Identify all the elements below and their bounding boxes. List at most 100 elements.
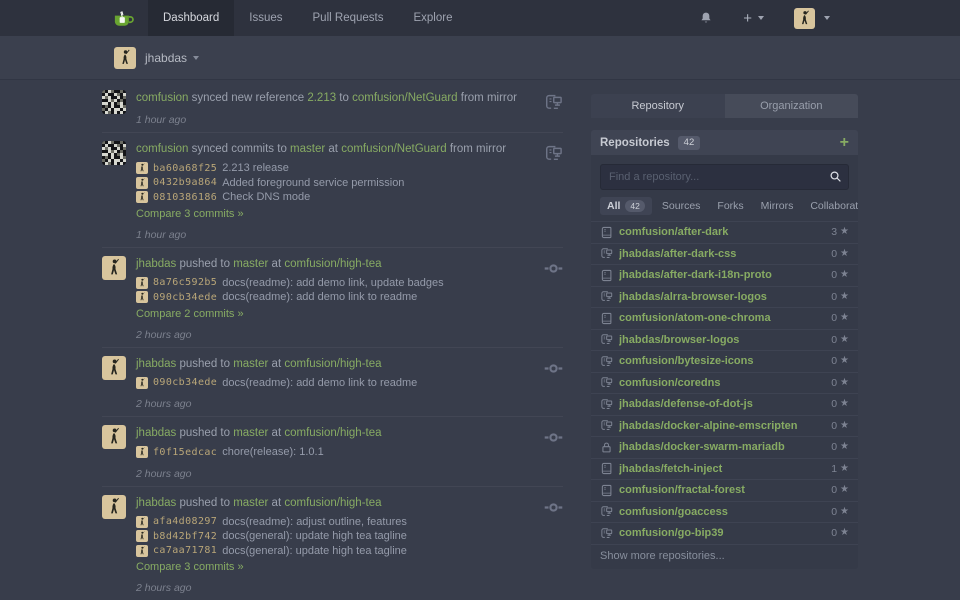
repo-book-icon: [600, 226, 613, 239]
commit-sha-link[interactable]: 090cb34ede: [153, 292, 217, 303]
feed-link[interactable]: jhabdas: [136, 358, 176, 370]
feed-item: jhabdas pushed to master at comfusion/hi…: [102, 248, 563, 348]
repo-list-item[interactable]: comfusion/bytesize-icons 0★: [591, 350, 858, 372]
commit-sha-link[interactable]: 8a76c592b5: [153, 277, 217, 288]
feed-link[interactable]: comfusion/high-tea: [284, 427, 381, 439]
repo-list-item[interactable]: comfusion/go-bip39 0★: [591, 522, 858, 544]
filter-label: Mirrors: [761, 200, 794, 212]
add-repository-button[interactable]: +: [840, 135, 849, 151]
repo-list-item[interactable]: jhabdas/after-dark-i18n-proto 0★: [591, 264, 858, 286]
feed-link[interactable]: comfusion/high-tea: [284, 497, 381, 509]
actor-avatar[interactable]: [102, 495, 126, 519]
mirror-icon: [537, 89, 563, 126]
context-user-avatar[interactable]: [114, 47, 136, 69]
star-icon: ★: [840, 485, 849, 495]
commit-message: docs(general): update high tea tagline: [222, 545, 407, 557]
tab-repository[interactable]: Repository: [591, 94, 725, 118]
repo-list-item[interactable]: comfusion/goaccess 0★: [591, 501, 858, 523]
nav-item-issues[interactable]: Issues: [234, 0, 297, 36]
commit-sha-link[interactable]: 0810386186: [153, 192, 217, 203]
context-user-switcher[interactable]: jhabdas: [145, 51, 199, 65]
filter-tab-collaborative[interactable]: Collaborative: [803, 197, 858, 215]
feed-link[interactable]: jhabdas: [136, 497, 176, 509]
filter-tab-forks[interactable]: Forks: [710, 197, 750, 215]
feed-link[interactable]: master: [233, 258, 268, 270]
star-icon: ★: [840, 313, 849, 323]
repo-list-item[interactable]: comfusion/after-dark 3★: [591, 221, 858, 243]
repo-list-item[interactable]: jhabdas/defense-of-dot-js 0★: [591, 393, 858, 415]
feed-link[interactable]: 2.213: [307, 92, 336, 104]
feed-link[interactable]: comfusion/NetGuard: [341, 143, 446, 155]
repo-list-item[interactable]: jhabdas/after-dark-css 0★: [591, 243, 858, 265]
repo-list-item[interactable]: comfusion/fractal-forest 0★: [591, 479, 858, 501]
feed-link[interactable]: comfusion: [136, 143, 188, 155]
feed-timestamp: 2 hours ago: [136, 398, 537, 410]
feed-link[interactable]: jhabdas: [136, 258, 176, 270]
actor-avatar[interactable]: [102, 356, 126, 380]
feed-link[interactable]: comfusion/NetGuard: [352, 92, 457, 104]
feed-link[interactable]: comfusion/high-tea: [284, 358, 381, 370]
repo-list-item[interactable]: jhabdas/docker-alpine-emscripten 0★: [591, 415, 858, 437]
actor-avatar[interactable]: [102, 425, 126, 449]
commit-sha-link[interactable]: ba60a68f25: [153, 163, 217, 174]
feed-text: at: [268, 358, 284, 370]
actor-avatar[interactable]: [102, 90, 126, 114]
repository-search-input[interactable]: [600, 164, 849, 190]
nav-item-pull-requests[interactable]: Pull Requests: [298, 0, 399, 36]
feed-link[interactable]: master: [290, 143, 325, 155]
create-new-dropdown[interactable]: +: [731, 11, 776, 26]
commit-sha-link[interactable]: ca7aa71781: [153, 545, 217, 556]
user-menu-dropdown[interactable]: [784, 8, 840, 29]
repo-list-item[interactable]: comfusion/atom-one-chroma 0★: [591, 307, 858, 329]
compare-commits-link[interactable]: Compare 2 commits »: [136, 308, 244, 320]
show-more-repositories-link[interactable]: Show more repositories...: [591, 544, 858, 569]
feed-timestamp: 2 hours ago: [136, 468, 537, 480]
notifications-bell-icon[interactable]: [687, 11, 725, 25]
star-icon: ★: [840, 442, 849, 452]
commit-sha-link[interactable]: 090cb34ede: [153, 377, 217, 388]
star-icon: ★: [840, 292, 849, 302]
commit-message: docs(readme): adjust outline, features: [222, 516, 407, 528]
filter-label: Sources: [662, 200, 701, 212]
repo-list-item[interactable]: jhabdas/docker-swarm-mariadb 0★: [591, 436, 858, 458]
repo-name: comfusion/fractal-forest: [619, 484, 825, 496]
committer-avatar: [136, 377, 148, 389]
feed-text: at: [268, 258, 284, 270]
feed-link[interactable]: master: [233, 358, 268, 370]
gitea-logo-icon[interactable]: [108, 0, 148, 36]
repo-book-icon: [600, 462, 613, 475]
repo-list-item[interactable]: comfusion/coredns 0★: [591, 372, 858, 394]
repo-star-count: 0★: [831, 248, 849, 260]
repo-star-count: 0★: [831, 441, 849, 453]
tab-organization[interactable]: Organization: [725, 94, 859, 118]
nav-item-explore[interactable]: Explore: [398, 0, 467, 36]
star-icon: ★: [840, 464, 849, 474]
repo-star-count: 1★: [831, 463, 849, 475]
feed-link[interactable]: master: [233, 427, 268, 439]
feed-link[interactable]: comfusion: [136, 92, 188, 104]
repo-star-count: 0★: [831, 506, 849, 518]
commit-sha-link[interactable]: b8d42bf742: [153, 531, 217, 542]
feed-link[interactable]: comfusion/high-tea: [284, 258, 381, 270]
context-username: jhabdas: [145, 51, 187, 65]
feed-link[interactable]: jhabdas: [136, 427, 176, 439]
star-icon: ★: [840, 249, 849, 259]
filter-tab-mirrors[interactable]: Mirrors: [754, 197, 801, 215]
repo-star-count: 0★: [831, 398, 849, 410]
feed-link[interactable]: master: [233, 497, 268, 509]
filter-tab-sources[interactable]: Sources: [655, 197, 708, 215]
actor-avatar[interactable]: [102, 256, 126, 280]
commit-sha-link[interactable]: 0432b9a864: [153, 177, 217, 188]
filter-tab-all[interactable]: All42: [600, 197, 652, 215]
compare-commits-link[interactable]: Compare 3 commits »: [136, 561, 244, 573]
repo-list-item[interactable]: jhabdas/alrra-browser-logos 0★: [591, 286, 858, 308]
commit-sha-link[interactable]: afa4d08297: [153, 516, 217, 527]
repo-list-item[interactable]: jhabdas/fetch-inject 1★: [591, 458, 858, 480]
commit-message: Added foreground service permission: [222, 177, 404, 189]
actor-avatar[interactable]: [102, 141, 126, 165]
compare-commits-link[interactable]: Compare 3 commits »: [136, 208, 244, 220]
feed-commit-list: 090cb34ede docs(readme): add demo link t…: [136, 376, 537, 391]
nav-item-dashboard[interactable]: Dashboard: [148, 0, 234, 36]
repo-list-item[interactable]: jhabdas/browser-logos 0★: [591, 329, 858, 351]
commit-sha-link[interactable]: f0f15edcac: [153, 447, 217, 458]
